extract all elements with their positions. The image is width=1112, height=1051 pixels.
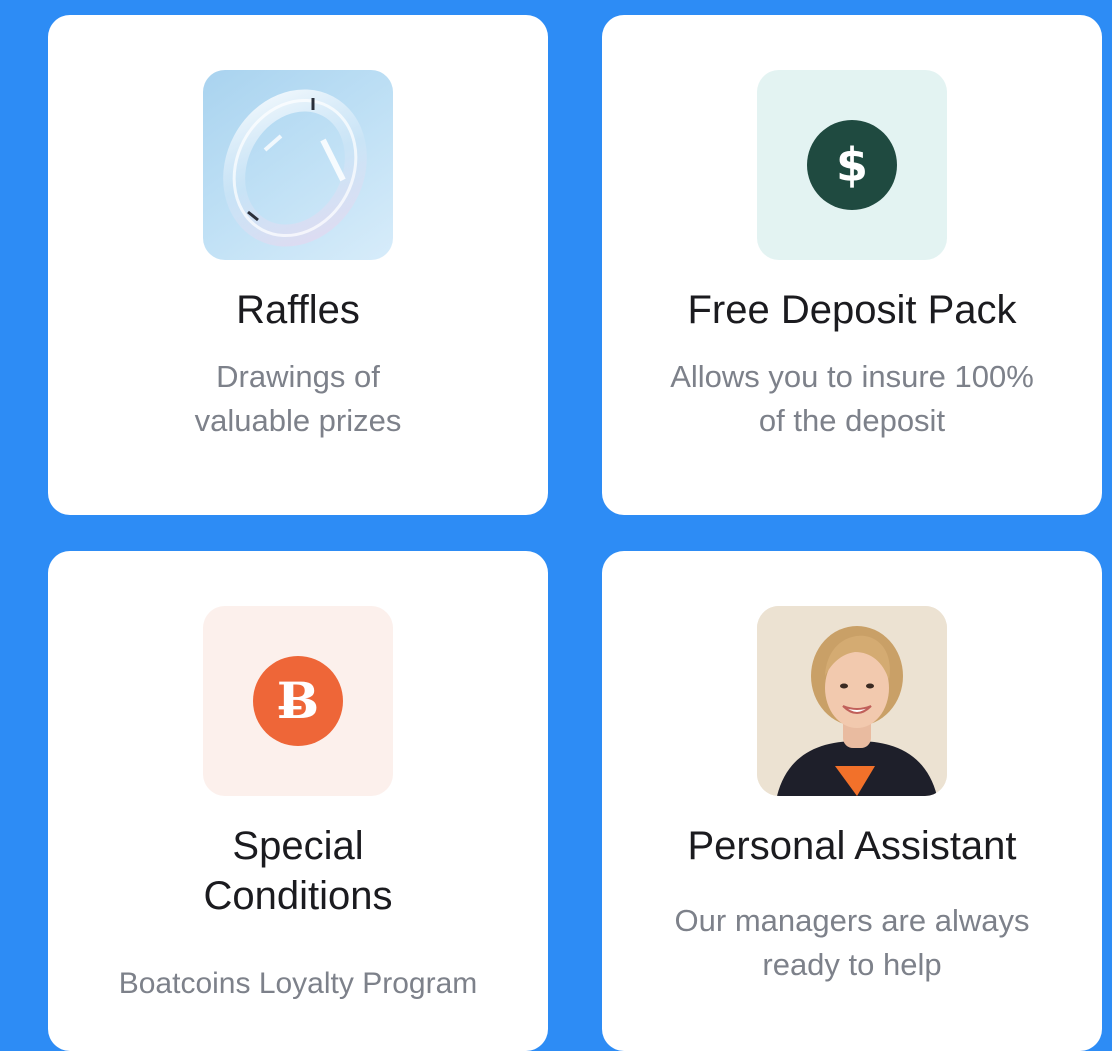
boatcoin-icon-tile: Ƀ [203, 606, 393, 796]
card-description-line: of the deposit [758, 403, 946, 438]
card-description-line: ready to help [762, 947, 942, 982]
card-title: Free Deposit Pack [687, 288, 1017, 332]
card-title-line: Special [232, 824, 364, 868]
card-title: Raffles [236, 288, 360, 332]
boatcoin-icon: Ƀ [253, 656, 343, 746]
card-description-line: Boatcoins Loyalty Program [118, 967, 478, 1000]
raffles-image [203, 70, 393, 260]
card-description-line: Drawings of [216, 359, 380, 394]
deposit-icon-tile: $ [757, 70, 947, 260]
feature-card-raffles[interactable]: Raffles Drawings of valuable prizes [48, 15, 548, 515]
card-description: Our managers are always ready to help [602, 899, 1102, 987]
assistant-photo-icon [757, 606, 947, 796]
card-description: Drawings of valuable prizes [48, 355, 548, 443]
card-description-line: valuable prizes [194, 403, 402, 438]
card-title-line: Conditions [203, 874, 393, 918]
card-title: Special Conditions [48, 821, 548, 921]
card-description-line: Our managers are always [674, 903, 1030, 938]
card-title: Personal Assistant [687, 824, 1017, 868]
card-description: Allows you to insure 100% of the deposit [602, 355, 1102, 443]
assistant-avatar [757, 606, 947, 796]
dollar-coin-icon: $ [807, 120, 897, 210]
feature-card-special-conditions[interactable]: Ƀ Special Conditions Boatcoins Loyalty P… [48, 551, 548, 1051]
card-description-line: Allows you to insure 100% [670, 359, 1034, 394]
feature-card-free-deposit-pack[interactable]: $ Free Deposit Pack Allows you to insure… [602, 15, 1102, 515]
feature-card-personal-assistant[interactable]: Personal Assistant Our managers are alwa… [602, 551, 1102, 1051]
card-description: Boatcoins Loyalty Program [48, 962, 548, 1006]
glass-ring-icon [223, 89, 367, 247]
